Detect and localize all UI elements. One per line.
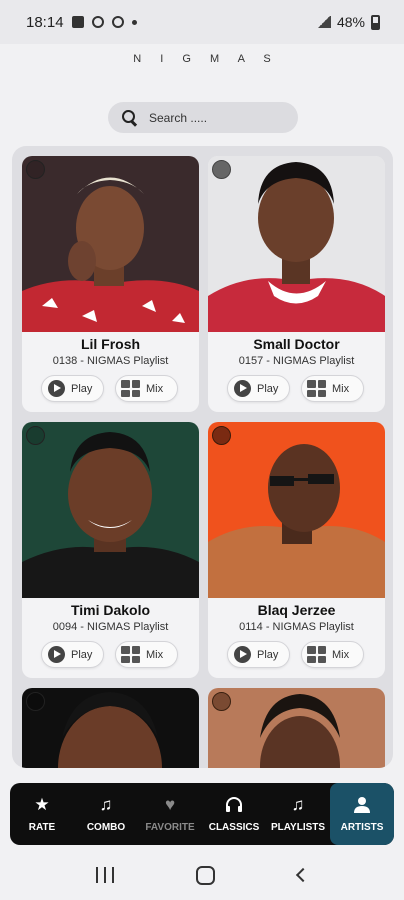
dot-icon: [131, 19, 137, 25]
play-button[interactable]: Play: [227, 641, 290, 668]
grid-icon: [121, 646, 140, 663]
nav-label: CLASSICS: [208, 821, 260, 833]
nav-artists[interactable]: ARTISTS: [330, 783, 394, 845]
artist-photo[interactable]: [208, 422, 385, 598]
artist-subtitle: 0114 - NIGMAS Playlist: [239, 621, 354, 633]
artist-card[interactable]: Blaq Jerzee 0114 - NIGMAS Playlist Play …: [208, 422, 385, 678]
star-icon: ★: [34, 795, 50, 814]
mix-label: Mix: [332, 648, 350, 661]
artist-card[interactable]: Timi Dakolo 0094 - NIGMAS Playlist Play …: [22, 422, 199, 678]
nav-label: COMBO: [86, 821, 126, 833]
play-icon: [234, 380, 251, 397]
nav-label: RATE: [28, 821, 56, 833]
play-button[interactable]: Play: [227, 375, 290, 402]
play-label: Play: [71, 382, 93, 395]
nav-combo[interactable]: ♫ COMBO: [74, 783, 138, 845]
search-icon: [122, 110, 137, 125]
select-circle[interactable]: [26, 426, 45, 445]
play-label: Play: [257, 382, 279, 395]
headphones-icon: [224, 796, 244, 814]
recents-icon[interactable]: [96, 867, 115, 883]
settings-icon: [111, 16, 124, 28]
artist-card[interactable]: [22, 688, 199, 768]
select-circle[interactable]: [212, 692, 231, 711]
mix-button[interactable]: Mix: [301, 641, 364, 668]
select-circle[interactable]: [212, 160, 231, 179]
select-circle[interactable]: [212, 426, 231, 445]
play-icon: [48, 380, 65, 397]
nav-classics[interactable]: CLASSICS: [202, 783, 266, 845]
play-icon: [234, 646, 251, 663]
search-bar[interactable]: [108, 102, 298, 133]
nav-label: ARTISTS: [340, 821, 384, 833]
play-button[interactable]: Play: [41, 375, 104, 402]
signal-icon: [316, 16, 331, 28]
select-circle[interactable]: [26, 692, 45, 711]
nav-playlists[interactable]: ♫ PLAYLISTS: [266, 783, 330, 845]
mix-label: Mix: [146, 648, 164, 661]
heart-icon: ♥: [164, 795, 176, 814]
artist-subtitle: 0157 - NIGMAS Playlist: [238, 355, 355, 367]
home-icon[interactable]: [196, 865, 216, 885]
back-icon[interactable]: [295, 867, 310, 883]
mix-label: Mix: [332, 382, 350, 395]
grid-icon: [307, 646, 326, 663]
artist-card[interactable]: Small Doctor 0157 - NIGMAS Playlist Play…: [208, 156, 385, 412]
artist-name: Timi Dakolo: [70, 602, 151, 618]
person-icon: [352, 796, 372, 814]
mix-label: Mix: [146, 382, 164, 395]
artist-photo[interactable]: [208, 156, 385, 332]
nav-rate[interactable]: ★ RATE: [10, 783, 74, 845]
battery-icon: [371, 14, 380, 30]
artist-photo[interactable]: [22, 422, 199, 598]
artist-grid[interactable]: Lil Frosh 0138 - NIGMAS Playlist Play Mi…: [12, 146, 393, 768]
artist-photo[interactable]: [22, 688, 199, 768]
play-label: Play: [71, 648, 93, 661]
grid-icon: [307, 380, 326, 397]
artist-photo[interactable]: [208, 688, 385, 768]
artist-name: Blaq Jerzee: [257, 602, 336, 618]
nav-label: PLAYLISTS: [270, 821, 326, 833]
mix-button[interactable]: Mix: [115, 375, 178, 402]
play-label: Play: [257, 648, 279, 661]
select-circle[interactable]: [26, 160, 45, 179]
grid-icon: [121, 380, 140, 397]
music-notes-icon: ♫: [291, 795, 305, 814]
bottom-nav: ★ RATE ♫ COMBO ♥ FAVORITE CLASSICS ♫ PLA…: [10, 783, 394, 845]
battery-percent: 48%: [336, 14, 365, 30]
search-input[interactable]: [149, 110, 279, 125]
mix-button[interactable]: Mix: [301, 375, 364, 402]
image-icon: [71, 16, 84, 28]
artist-card[interactable]: Lil Frosh 0138 - NIGMAS Playlist Play Mi…: [22, 156, 199, 412]
mix-button[interactable]: Mix: [115, 641, 178, 668]
status-bar: 18:14 48%: [0, 0, 404, 44]
artist-photo[interactable]: [22, 156, 199, 332]
system-nav-bar: [0, 850, 404, 900]
artist-card[interactable]: [208, 688, 385, 768]
status-time: 18:14: [26, 13, 64, 31]
artist-name: Small Doctor: [253, 336, 340, 352]
nav-label: FAVORITE: [145, 821, 195, 833]
play-icon: [48, 646, 65, 663]
app-title: N I G M A S: [133, 53, 279, 65]
artist-subtitle: 0094 - NIGMAS Playlist: [52, 621, 169, 633]
artist-name: Lil Frosh: [80, 336, 141, 352]
nav-favorite[interactable]: ♥ FAVORITE: [138, 783, 202, 845]
gear-icon: [91, 16, 104, 28]
artist-subtitle: 0138 - NIGMAS Playlist: [52, 355, 169, 367]
play-button[interactable]: Play: [41, 641, 104, 668]
music-note-icon: ♫: [99, 795, 113, 814]
